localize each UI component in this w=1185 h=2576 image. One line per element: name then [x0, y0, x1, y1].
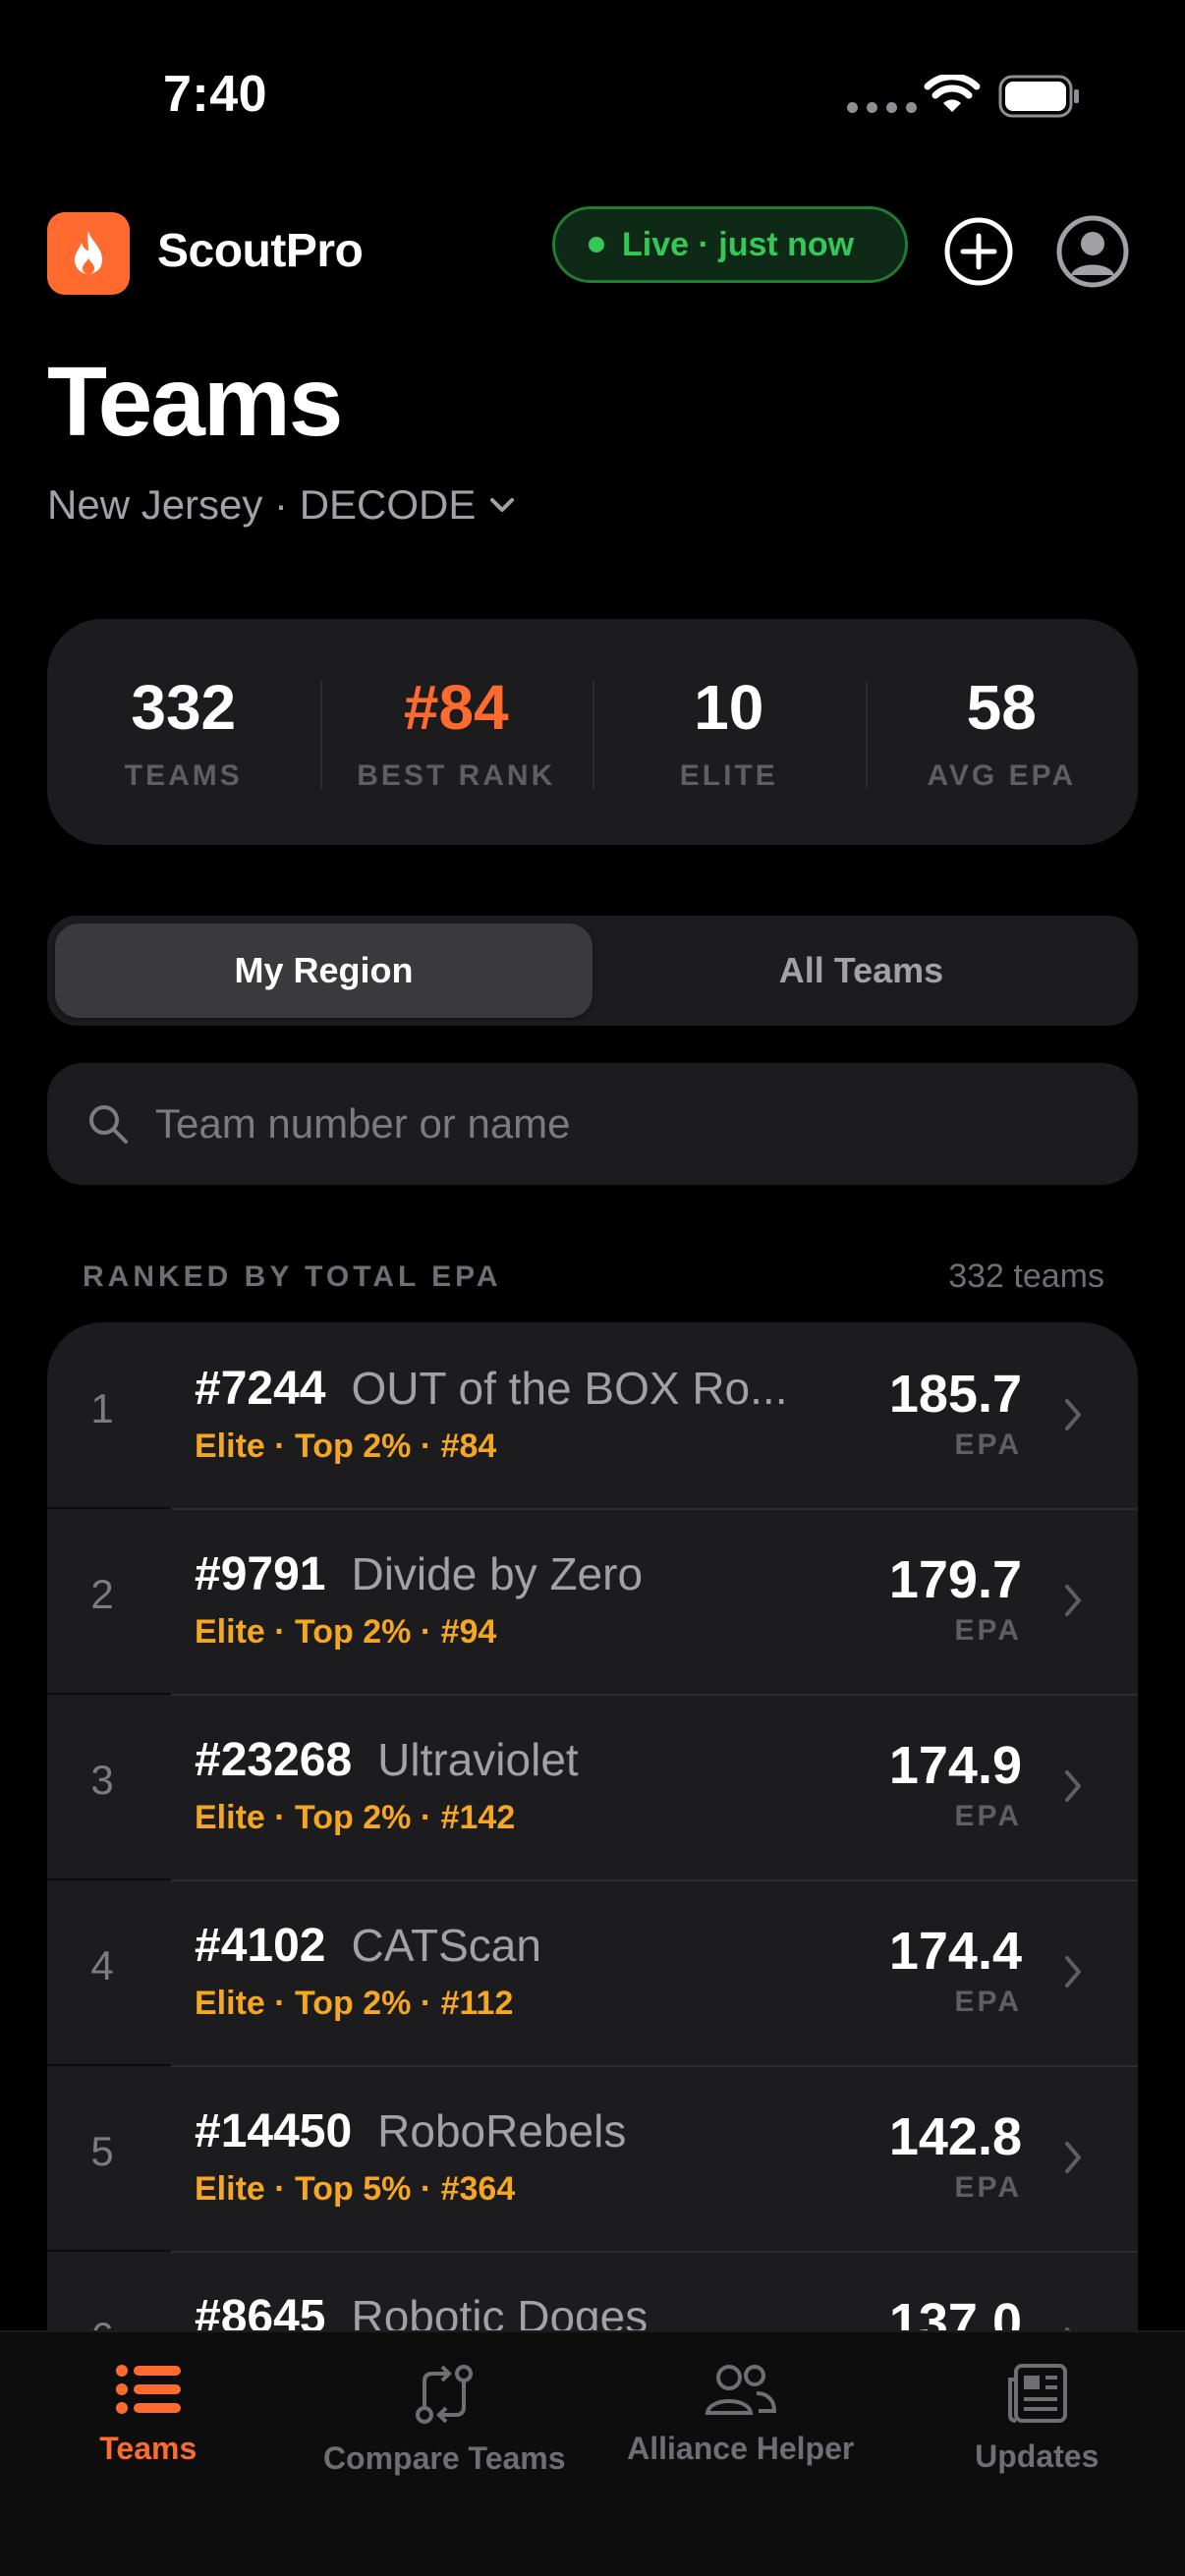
team-name: CATScan: [351, 1920, 541, 1971]
tab-bar: Teams Compare Teams Alliance Helper Upda…: [0, 2330, 1185, 2576]
team-rank: 1: [90, 1385, 114, 1431]
epa-label: EPA: [954, 2171, 1022, 2204]
team-epa: 137.0: [888, 2293, 1022, 2334]
live-dot-icon: [589, 237, 604, 252]
team-name: Robotic Doges: [351, 2291, 649, 2334]
chevron-right-icon: [1065, 1956, 1081, 1988]
flame-icon: [75, 231, 102, 274]
compare-icon: [416, 2365, 474, 2424]
team-epa: 179.7: [888, 1550, 1022, 1609]
list-sort-label: RANKED BY TOTAL EPA: [83, 1260, 502, 1293]
team-number: #23268: [195, 1734, 353, 1786]
search-input[interactable]: [155, 1100, 1040, 1148]
app-name: ScoutPro: [157, 225, 364, 277]
stat-value: 332: [131, 672, 237, 743]
team-meta: Elite · Top 2% · #94: [195, 1613, 497, 1651]
segment-my-region[interactable]: My Region: [55, 924, 592, 1018]
team-meta: Elite · Top 2% · #142: [195, 1799, 516, 1836]
team-number: #8645: [195, 2291, 326, 2334]
tab-label: Updates: [975, 2438, 1100, 2474]
signal-icon: [847, 102, 917, 113]
add-button[interactable]: [943, 216, 1014, 287]
stat-value: 10: [694, 672, 764, 743]
list-icon: [115, 2365, 181, 2414]
team-list: 1 #7244 OUT of the BOX Ro... Elite · Top…: [47, 1322, 1138, 2334]
region-selector[interactable]: New Jersey · DECODE: [47, 481, 515, 529]
team-meta: Elite · Top 5% · #364: [195, 2170, 516, 2208]
stat-teams: 332 TEAMS: [47, 671, 320, 793]
team-row[interactable]: 3 #23268 Ultraviolet Elite · Top 2% · #1…: [47, 1693, 1138, 1879]
live-status-text: Live · just now: [622, 225, 855, 263]
page-title: Teams: [47, 347, 343, 457]
stat-label: AVG EPA: [927, 759, 1077, 792]
stat-best-rank: #84 BEST RANK: [319, 671, 593, 793]
status-time: 7:40: [163, 66, 268, 123]
search-bar: [47, 1063, 1138, 1185]
team-rank: 4: [90, 1942, 114, 1988]
epa-label: EPA: [954, 1800, 1022, 1832]
list-header: RANKED BY TOTAL EPA 332 teams: [83, 1258, 1104, 1296]
team-number: #7244: [195, 1363, 326, 1415]
list-count: 332 teams: [948, 1258, 1104, 1295]
epa-label: EPA: [954, 1986, 1022, 2018]
team-meta: Elite · Top 2% · #112: [195, 1985, 514, 2022]
stat-value: 58: [966, 672, 1037, 743]
team-number: #9791: [195, 1548, 326, 1600]
tab-teams[interactable]: Teams: [0, 2332, 297, 2576]
stat-label: ELITE: [679, 759, 778, 792]
tab-label: Compare Teams: [322, 2440, 566, 2476]
people-icon: [705, 2365, 776, 2415]
stat-elite: 10 ELITE: [592, 671, 866, 793]
chevron-right-icon: [1065, 1770, 1081, 1802]
profile-button[interactable]: [1055, 214, 1130, 289]
team-row[interactable]: 2 #9791 Divide by Zero Elite · Top 2% · …: [47, 1507, 1138, 1694]
tab-alliance-helper[interactable]: Alliance Helper: [592, 2332, 889, 2576]
team-name: Divide by Zero: [351, 1548, 644, 1599]
team-meta: Elite · Top 2% · #84: [195, 1428, 497, 1465]
team-epa: 174.9: [888, 1736, 1022, 1795]
region-label: New Jersey · DECODE: [47, 481, 477, 528]
stats-card: 332 TEAMS #84 BEST RANK 10 ELITE 58 AVG …: [47, 619, 1138, 845]
team-epa: 142.8: [888, 2107, 1022, 2166]
segment-all-teams[interactable]: All Teams: [592, 924, 1130, 1018]
tab-compare-teams[interactable]: Compare Teams: [297, 2332, 593, 2576]
region-segmented-control: My Region All Teams: [47, 916, 1138, 1026]
tab-updates[interactable]: Updates: [889, 2332, 1185, 2576]
team-number: #4102: [195, 1920, 326, 1972]
wifi-icon: [924, 75, 981, 112]
team-epa: 185.7: [888, 1365, 1022, 1424]
battery-icon: [998, 75, 1079, 118]
status-bar: 7:40: [0, 0, 1185, 187]
team-name: OUT of the BOX Ro...: [351, 1363, 788, 1414]
team-row[interactable]: 1 #7244 OUT of the BOX Ro... Elite · Top…: [47, 1322, 1138, 1508]
epa-label: EPA: [954, 1428, 1022, 1461]
epa-label: EPA: [954, 1614, 1022, 1647]
tab-label: Teams: [99, 2431, 198, 2466]
team-name: Ultraviolet: [377, 1734, 579, 1785]
app-logo: [47, 212, 130, 295]
tab-label: Alliance Helper: [627, 2431, 855, 2466]
newspaper-icon: [1008, 2364, 1068, 2423]
team-number: #14450: [195, 2105, 353, 2157]
chevron-right-icon: [1065, 2142, 1081, 2173]
chevron-right-icon: [1065, 1399, 1081, 1430]
stat-avg-epa: 58 AVG EPA: [865, 671, 1139, 793]
chevron-right-icon: [1065, 1585, 1081, 1616]
chevron-down-icon: [490, 498, 515, 512]
search-icon: [89, 1105, 128, 1144]
live-status-badge[interactable]: Live · just now: [552, 206, 908, 283]
team-row[interactable]: 5 #14450 RoboRebels Elite · Top 5% · #36…: [47, 2064, 1138, 2251]
team-row[interactable]: 6 #8645 Robotic Doges 137.0 EPA: [47, 2250, 1138, 2334]
app-header: ScoutPro Live · just now: [0, 206, 1185, 295]
team-rank: 2: [90, 1571, 114, 1617]
stat-value: #84: [403, 672, 509, 743]
team-name: RoboRebels: [377, 2105, 627, 2156]
stat-label: TEAMS: [124, 759, 243, 792]
stat-label: BEST RANK: [357, 759, 556, 792]
team-rank: 3: [90, 1757, 114, 1803]
team-row[interactable]: 4 #4102 CATScan Elite · Top 2% · #112 17…: [47, 1878, 1138, 2065]
team-epa: 174.4: [888, 1922, 1022, 1981]
team-rank: 5: [90, 2128, 114, 2174]
